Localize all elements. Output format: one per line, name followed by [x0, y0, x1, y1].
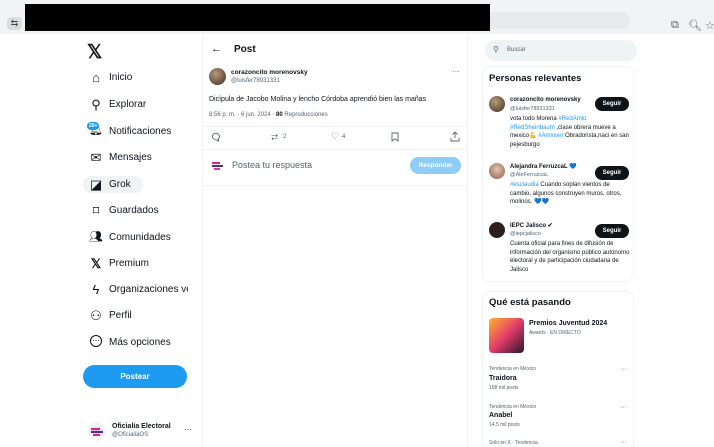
person-bio: Cuenta oficial para fines de difusión de… — [510, 241, 630, 273]
hashtag-link[interactable]: #RedSheinbaum — [510, 125, 555, 131]
nav-item-notificaciones[interactable]: Notificaciones — [109, 126, 171, 137]
trending-title: Qué está pasando — [489, 297, 571, 308]
nav-item-grok[interactable]: Grok — [109, 179, 131, 190]
composer-avatar — [210, 157, 226, 173]
divider — [203, 126, 467, 127]
like-count: 4 — [342, 134, 346, 140]
address-bar[interactable] — [490, 12, 630, 29]
zoom-icon[interactable]: 🔍︎ — [688, 19, 702, 32]
person-avatar[interactable] — [489, 163, 505, 179]
reply-icon[interactable] — [211, 132, 221, 142]
nav-item-perfil[interactable]: Perfil — [109, 310, 132, 321]
back-arrow-icon[interactable]: ← — [211, 43, 222, 55]
account-avatar[interactable] — [88, 422, 106, 440]
person-handle[interactable]: @luisfer78931331 — [510, 106, 555, 112]
person-avatar[interactable] — [489, 96, 505, 112]
redacted-url — [25, 4, 490, 31]
nav-item-organizaciones[interactable]: Organizaciones ver — [109, 284, 188, 295]
trend-context: Solo en X · Tendencia — [489, 440, 538, 446]
person-name[interactable]: Alejandra FerruzcaL 💙 — [510, 163, 577, 170]
nav-item-explorar[interactable]: Explorar — [109, 99, 146, 110]
bookmark-action-icon[interactable] — [391, 132, 399, 142]
cast-icon[interactable]: ⧉ — [671, 19, 679, 32]
person-name[interactable]: corazoncito morenovsky — [510, 97, 581, 103]
divider — [203, 149, 467, 150]
trend-context: Tendencia en México — [489, 366, 536, 372]
notification-badge: 20+ — [87, 122, 100, 130]
nav-item-comunidades[interactable]: Comunidades — [109, 232, 171, 243]
account-more-icon[interactable]: ··· — [184, 425, 192, 434]
post-author-handle[interactable]: @luisfer78931331 — [231, 78, 280, 84]
views-label: Reproducciones — [282, 112, 328, 118]
follow-button[interactable]: Seguir — [595, 224, 629, 238]
person-bio: vota todo Morena #RedAmlo #RedSheinbaum … — [510, 116, 629, 148]
trend-name[interactable]: Anabel — [489, 412, 512, 419]
oficialia-logo-icon — [91, 427, 103, 436]
trend-posts: 158 mil posts — [489, 385, 519, 391]
communities-icon: 👥︎ — [89, 231, 103, 243]
follow-button[interactable]: Seguir — [595, 166, 629, 180]
follow-button[interactable]: Seguir — [595, 97, 629, 111]
search-input[interactable]: Buscar — [507, 47, 526, 53]
relevant-people-title: Personas relevantes — [489, 73, 582, 84]
person-handle[interactable]: @iepcjalisco — [510, 231, 541, 237]
like-icon[interactable]: ♡ — [331, 131, 339, 142]
share-icon[interactable] — [450, 131, 460, 142]
divider — [203, 185, 467, 186]
star-icon[interactable]: ☆ — [705, 19, 714, 32]
trend-more-icon[interactable]: ··· — [620, 366, 627, 373]
account-name: Oficialía Electoral — [112, 423, 171, 430]
nav-item-inicio[interactable]: Inicio — [109, 72, 132, 83]
search-icon: ⚲ — [91, 97, 101, 112]
post-author-avatar[interactable] — [209, 68, 226, 85]
retweet-icon[interactable]: ⮂ — [271, 132, 278, 143]
nav-item-mensajes[interactable]: Mensajes — [109, 152, 152, 163]
post-timestamp[interactable]: 8:56 p. m. · 6 jun. 2024 · — [209, 112, 276, 118]
person-avatar[interactable] — [489, 222, 505, 238]
hashtag-link[interactable]: #Amlover — [538, 133, 563, 139]
person-name[interactable]: IEPC Jalisco ✔ — [510, 222, 553, 229]
organizations-icon: ϟ — [92, 282, 100, 297]
post-meta: 8:56 p. m. · 6 jun. 2024 · 80 Reproducci… — [209, 112, 328, 118]
hashtag-link[interactable]: #esclaudia — [510, 182, 539, 188]
nav-item-guardados[interactable]: Guardados — [109, 205, 158, 216]
event-subtitle: Awards · EN DIRECTO — [529, 330, 581, 336]
home-icon: ⌂ — [92, 70, 100, 85]
x-logo[interactable]: 𝕏 — [87, 41, 102, 64]
premium-icon: 𝕏 — [90, 256, 102, 271]
account-handle: @OficialiaOS — [112, 432, 149, 438]
post-text: Dicípula de Jacobo Molina y lencho Córdo… — [209, 96, 427, 103]
nav-item-premium[interactable]: Premium — [109, 258, 149, 269]
nav-item-mas-opciones[interactable]: Más opciones — [109, 337, 171, 348]
post-more-icon[interactable]: ··· — [452, 67, 460, 76]
more-options-icon: ⋯ — [90, 335, 102, 347]
search-icon: ⚲ — [493, 45, 499, 54]
trend-more-icon[interactable]: ··· — [620, 439, 627, 446]
reply-button[interactable]: Responder — [410, 157, 461, 174]
trend-name[interactable]: Traidora — [489, 375, 517, 382]
event-title[interactable]: Premios Juventud 2024 — [529, 320, 607, 327]
post-author-name[interactable]: corazoncito morenovsky — [231, 69, 308, 76]
trend-posts: 14,5 mil posts — [489, 422, 520, 428]
event-thumbnail[interactable] — [489, 318, 524, 353]
site-settings-icon[interactable]: ⇆ — [7, 17, 22, 30]
person-handle[interactable]: @AleFerruzcaL — [510, 172, 548, 178]
trend-more-icon[interactable]: ··· — [620, 404, 627, 411]
bookmark-icon: ⌑ — [92, 203, 100, 218]
person-bio: #esclaudia Cuando soplan vientos de camb… — [510, 182, 622, 206]
grok-icon: ◪ — [89, 177, 103, 192]
retweet-count: 2 — [283, 134, 287, 140]
page-title: Post — [234, 44, 256, 55]
profile-icon: ⚇ — [90, 308, 102, 323]
views-count: 80 — [276, 112, 283, 118]
mail-icon: ✉ — [90, 150, 102, 165]
reply-input[interactable]: Postea tu respuesta — [232, 160, 312, 170]
oficialia-logo-icon — [212, 162, 223, 170]
trend-context: Tendencia en México — [489, 404, 536, 410]
hashtag-link[interactable]: #RedAmlo — [558, 116, 586, 122]
post-button[interactable]: Postear — [83, 365, 187, 388]
